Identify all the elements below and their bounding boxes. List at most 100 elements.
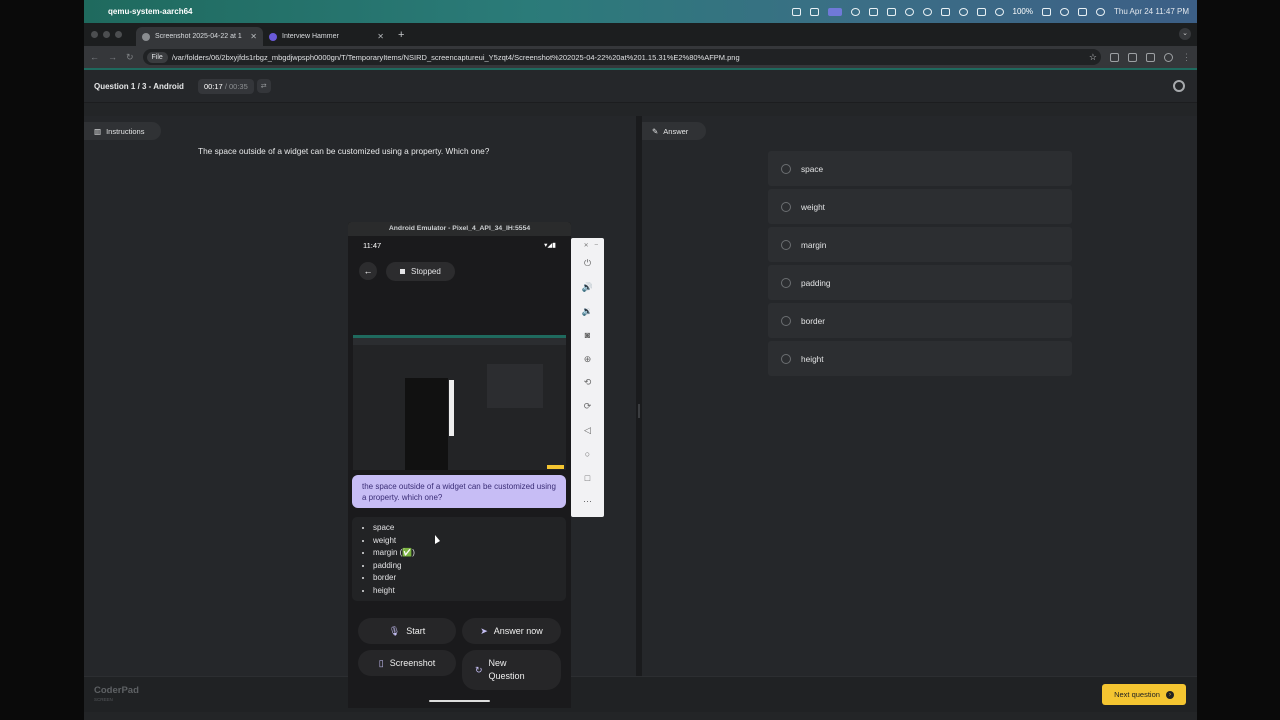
option-weight[interactable]: weight [768,189,1072,224]
rotate-right-icon[interactable]: ⟳ [571,395,604,419]
send-icon: ➤ [480,625,488,636]
radio-button[interactable] [781,353,791,364]
user-icon[interactable] [994,7,1004,16]
book-icon: ▥ [94,126,102,136]
more-menu-icon[interactable]: ⋮ [1182,52,1191,63]
option-space[interactable]: space [768,151,1072,186]
spotlight-icon[interactable] [1095,7,1105,16]
volume-icon[interactable] [940,7,950,16]
divider-grip[interactable] [638,404,640,418]
chart-icon[interactable] [868,7,878,16]
reload-icon[interactable]: ↻ [126,52,134,63]
shield-icon[interactable] [904,7,914,16]
camera-icon[interactable]: ◙ [571,323,604,347]
moon-icon[interactable] [850,7,860,16]
puzzle-icon[interactable] [809,7,819,16]
answer-label: Answer [663,126,689,136]
list-item: margin (✅) [373,547,566,560]
toolbar-window-controls: ✕ – [571,238,604,252]
mouse-cursor [435,535,440,544]
download-icon[interactable] [1128,52,1137,62]
clipboard-icon[interactable] [886,7,896,16]
rotate-left-icon[interactable]: ⟲ [571,371,604,395]
stop-icon [400,268,405,274]
back-icon[interactable]: ◁ [571,419,604,443]
gear-icon[interactable] [1173,80,1185,92]
gesture-home-bar[interactable] [429,700,490,702]
url-text[interactable]: /var/folders/06/2bxyjfds1rbgz_mbgdjwpsph… [172,53,740,62]
control-center-icon[interactable] [1077,7,1087,16]
forward-icon[interactable]: → [108,52,117,62]
close-tab-icon[interactable]: ✕ [377,32,384,41]
power-icon[interactable]: ⏻ [571,252,604,276]
captured-screenshot-thumbnail[interactable] [353,335,566,470]
start-button[interactable]: 🎙 Start [358,618,456,644]
tab-search-icon[interactable]: ⌄ [1179,28,1191,40]
list-item: space [373,522,566,535]
menubar-clock[interactable]: Thu Apr 24 11:47 PM [1114,7,1189,16]
instructions-label: Instructions [106,126,145,136]
close-icon[interactable]: ✕ [584,242,589,249]
new-question-button[interactable]: ↻ New Question [462,650,561,690]
emulator-toolbar: ✕ – ⏻ 🔊 🔉 ◙ ⊕ ⟲ ⟳ ◁ ○ □ ⋯ [571,238,604,517]
radio-button[interactable] [781,277,791,288]
swap-icon[interactable]: ⇄ [256,79,271,93]
battery-percentage: 100% [1012,7,1033,16]
back-arrow-icon[interactable]: ← [359,262,377,280]
screenshot-label: Screenshot [389,658,436,668]
battery-icon[interactable] [1041,7,1051,16]
instructions-tab: ▥ Instructions [84,122,161,140]
screenshot-button[interactable]: ▯ Screenshot [358,650,456,676]
tab-interview-hammer[interactable]: Interview Hammer ✕ [263,27,390,46]
volume-up-icon[interactable]: 🔊 [571,276,604,300]
more-icon[interactable]: ⋯ [571,490,604,514]
theme-icon[interactable] [922,7,932,16]
tab-title: Screenshot 2025-04-22 at 1 [155,33,242,40]
zoom-icon[interactable]: ⊕ [571,347,604,371]
reading-list-icon[interactable] [1146,52,1155,62]
answer-now-button[interactable]: ➤ Answer now [462,618,561,644]
active-app-name[interactable]: qemu-system-aarch64 [108,7,192,16]
phone-screen: 11:47 ▾◢▮ ← Stopped the space outside of… [348,236,571,708]
file-chip[interactable]: File [146,51,168,63]
screen-icon[interactable] [791,7,801,16]
option-label: weight [801,201,825,212]
back-icon[interactable]: ← [90,52,99,62]
close-window-button[interactable] [91,31,98,38]
option-padding[interactable]: padding [768,265,1072,300]
bookmark-star-icon[interactable]: ☆ [1089,52,1097,63]
thumb-options [487,364,543,408]
next-question-button[interactable]: Next question › [1102,684,1186,705]
tab-screenshot[interactable]: Screenshot 2025-04-22 at 1 ✕ [136,27,263,46]
timer: 00:17 / 00:35 [197,78,254,94]
volume-down-icon[interactable]: 🔉 [571,300,604,324]
profile-icon[interactable] [1164,52,1173,62]
option-border[interactable]: border [768,303,1072,338]
radio-button[interactable] [781,239,791,250]
close-tab-icon[interactable]: ✕ [250,32,257,41]
list-item: border [373,572,566,585]
display-icon[interactable] [827,7,842,16]
zoom-window-button[interactable] [115,31,122,38]
minimize-window-button[interactable] [103,31,110,38]
option-height[interactable]: height [768,341,1072,376]
new-tab-button[interactable]: + [398,29,404,41]
extensions-icon[interactable] [1110,52,1119,62]
radio-button[interactable] [781,201,791,212]
wifi-icon[interactable] [1059,7,1069,16]
option-margin[interactable]: margin [768,227,1072,262]
prompt-bubble: the space outside of a widget can be cus… [352,475,566,508]
radio-button[interactable] [781,315,791,326]
home-icon[interactable]: ○ [571,442,604,466]
play-icon[interactable] [958,7,968,16]
refresh-icon: ↻ [475,664,483,675]
address-bar[interactable]: File /var/folders/06/2bxyjfds1rbgz_mbgdj… [142,49,1101,65]
minimize-icon[interactable]: – [595,242,598,248]
tab-bar: Screenshot 2025-04-22 at 1 ✕ Interview H… [84,23,1197,46]
overview-icon[interactable]: □ [571,466,604,490]
arrow-right-icon: › [1165,690,1174,699]
radio-button[interactable] [781,163,791,174]
desktop: qemu-system-aarch64 100% Thu Apr 24 11:4… [0,0,1280,720]
keyboard-icon[interactable] [976,7,986,16]
status-chip[interactable]: Stopped [386,261,455,281]
